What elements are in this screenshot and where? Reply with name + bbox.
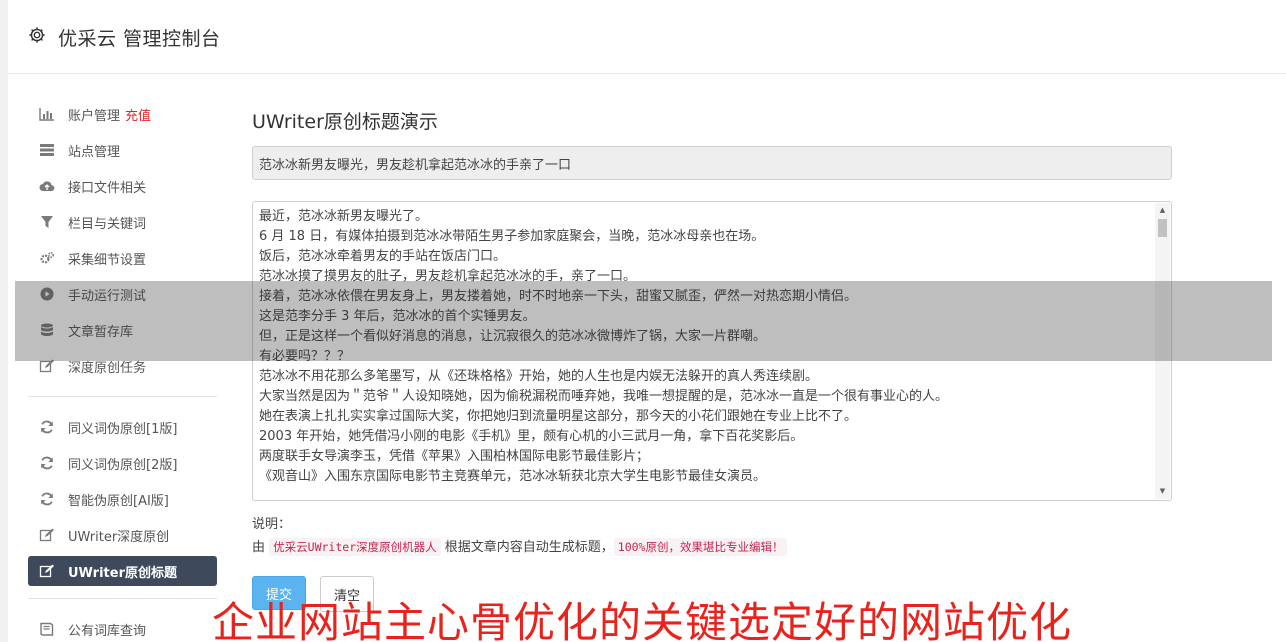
sidebar-item-label: 站点管理 bbox=[68, 144, 121, 160]
sidebar-item-account[interactable]: 账户管理 充值 bbox=[28, 96, 217, 132]
watermark-text: 企业网站主心骨优化的关键选定好的网站优化 bbox=[212, 598, 1073, 642]
sidebar-item-ai-rewrite[interactable]: 智能伪原创[AI版] bbox=[28, 481, 217, 517]
content-line: 最近，范冰冰新男友曝光了。 bbox=[259, 209, 429, 224]
content-line: 大家当然是因为＂范爷＂人设知晓她，因为偷税漏税而唾弃她，我唯一想提醒的是，范冰冰… bbox=[259, 389, 949, 404]
gear-icon bbox=[28, 26, 46, 44]
sidebar-divider bbox=[28, 396, 217, 397]
sidebar-item-synonym-v2[interactable]: 同义词伪原创[2版] bbox=[28, 445, 217, 481]
description-middle: 根据文章内容自动生成标题， bbox=[444, 540, 614, 555]
content-line: 她在表演上扎扎实实拿过国际大奖，你把她归到流量明星这部分，那今天的小花们跟她在专… bbox=[259, 409, 858, 424]
sidebar-item-public-lexicon[interactable]: 公有词库查询 bbox=[28, 611, 217, 642]
sidebar-item-synonym-v1[interactable]: 同义词伪原创[1版] bbox=[28, 409, 217, 445]
scroll-up-arrow-icon[interactable]: ▲ bbox=[1155, 203, 1170, 218]
sidebar-item-label: 公有词库查询 bbox=[68, 623, 147, 639]
sidebar-item-label: 同义词伪原创[2版] bbox=[68, 457, 178, 473]
main-panel: UWriter原创标题演示 最近，范冰冰新男友曝光了。 6 月 18 日，有媒体拍… bbox=[252, 96, 1172, 612]
sidebar-item-label: 同义词伪原创[1版] bbox=[68, 421, 178, 437]
content-line: 两度联手女导演李玉，凭借《苹果》入围柏林国际电影节最佳影片； bbox=[259, 449, 650, 464]
content-line: 2003 年开始，她凭借冯小刚的电影《手机》里，颇有心机的小三武月一角，拿下百花… bbox=[259, 429, 804, 444]
edit-icon bbox=[38, 564, 56, 578]
description-label: 说明： bbox=[252, 517, 292, 532]
content-line: 范冰冰不用花那么多笔墨写，从《还珠格格》开始，她的人生也是内娱无法躲开的真人秀连… bbox=[259, 369, 819, 384]
content-line: 饭后，范冰冰牵着男友的手站在饭店门口。 bbox=[259, 249, 507, 264]
sidebar-item-label: 栏目与关键词 bbox=[68, 216, 147, 232]
sidebar-item-label: 接口文件相关 bbox=[68, 180, 147, 196]
refresh-icon bbox=[38, 492, 56, 506]
edit-icon bbox=[38, 528, 56, 542]
sidebar-item-label: 账户管理 bbox=[68, 108, 121, 124]
server-icon bbox=[38, 143, 56, 157]
description-text: 由 优采云UWriter深度原创机器人 根据文章内容自动生成标题， 100%原创，… bbox=[252, 536, 788, 556]
sidebar-item-columns-keywords[interactable]: 栏目与关键词 bbox=[28, 204, 217, 240]
sidebar-item-label: UWriter原创标题 bbox=[68, 565, 177, 581]
uwriter-robot-link[interactable]: 优采云UWriter深度原创机器人 bbox=[269, 538, 441, 556]
app-title: 优采云 管理控制台 bbox=[58, 28, 221, 50]
book-icon bbox=[38, 622, 56, 636]
content-line: 《观音山》入围东京国际电影节主竞赛单元，范冰冰斩获北京大学生电影节最佳女演员。 bbox=[259, 469, 767, 484]
description-prefix: 由 bbox=[252, 540, 266, 555]
sidebar-divider bbox=[28, 598, 217, 599]
refresh-icon bbox=[38, 420, 56, 434]
edit-icon bbox=[38, 359, 56, 373]
sidebar-item-label: 采集细节设置 bbox=[68, 252, 147, 268]
sidebar-item-sites[interactable]: 站点管理 bbox=[28, 132, 217, 168]
app-header: 优采云 管理控制台 bbox=[8, 0, 1286, 74]
cloud-upload-icon bbox=[38, 179, 56, 193]
sidebar: 账户管理 充值 站点管理 接口文件相关 栏目与关键词 采集细节设置 手动运行测试 … bbox=[28, 96, 217, 642]
scrollbar-thumb[interactable] bbox=[1158, 219, 1167, 237]
sidebar-item-label: 智能伪原创[AI版] bbox=[68, 493, 169, 509]
scroll-down-arrow-icon[interactable]: ▼ bbox=[1155, 484, 1170, 499]
content-line: 6 月 18 日，有媒体拍摄到范冰冰带陌生男子参加家庭聚会，当晚，范冰冰母亲也在… bbox=[259, 229, 765, 244]
sidebar-item-interface-files[interactable]: 接口文件相关 bbox=[28, 168, 217, 204]
bar-chart-icon bbox=[38, 107, 56, 121]
cogs-icon bbox=[38, 251, 56, 265]
filter-icon bbox=[38, 215, 56, 229]
title-output-field[interactable] bbox=[252, 146, 1172, 180]
overlay-band bbox=[15, 281, 1272, 361]
sidebar-item-uwriter-deep[interactable]: UWriter深度原创 bbox=[28, 517, 217, 553]
sidebar-item-collect-settings[interactable]: 采集细节设置 bbox=[28, 240, 217, 276]
original-quality-note: 100%原创，效果堪比专业编辑！ bbox=[613, 538, 788, 556]
recharge-link[interactable]: 充值 bbox=[125, 105, 151, 124]
sidebar-item-label: UWriter深度原创 bbox=[68, 529, 170, 545]
page-heading: UWriter原创标题演示 bbox=[252, 111, 438, 133]
refresh-icon bbox=[38, 456, 56, 470]
sidebar-item-uwriter-title[interactable]: UWriter原创标题 bbox=[28, 556, 217, 586]
